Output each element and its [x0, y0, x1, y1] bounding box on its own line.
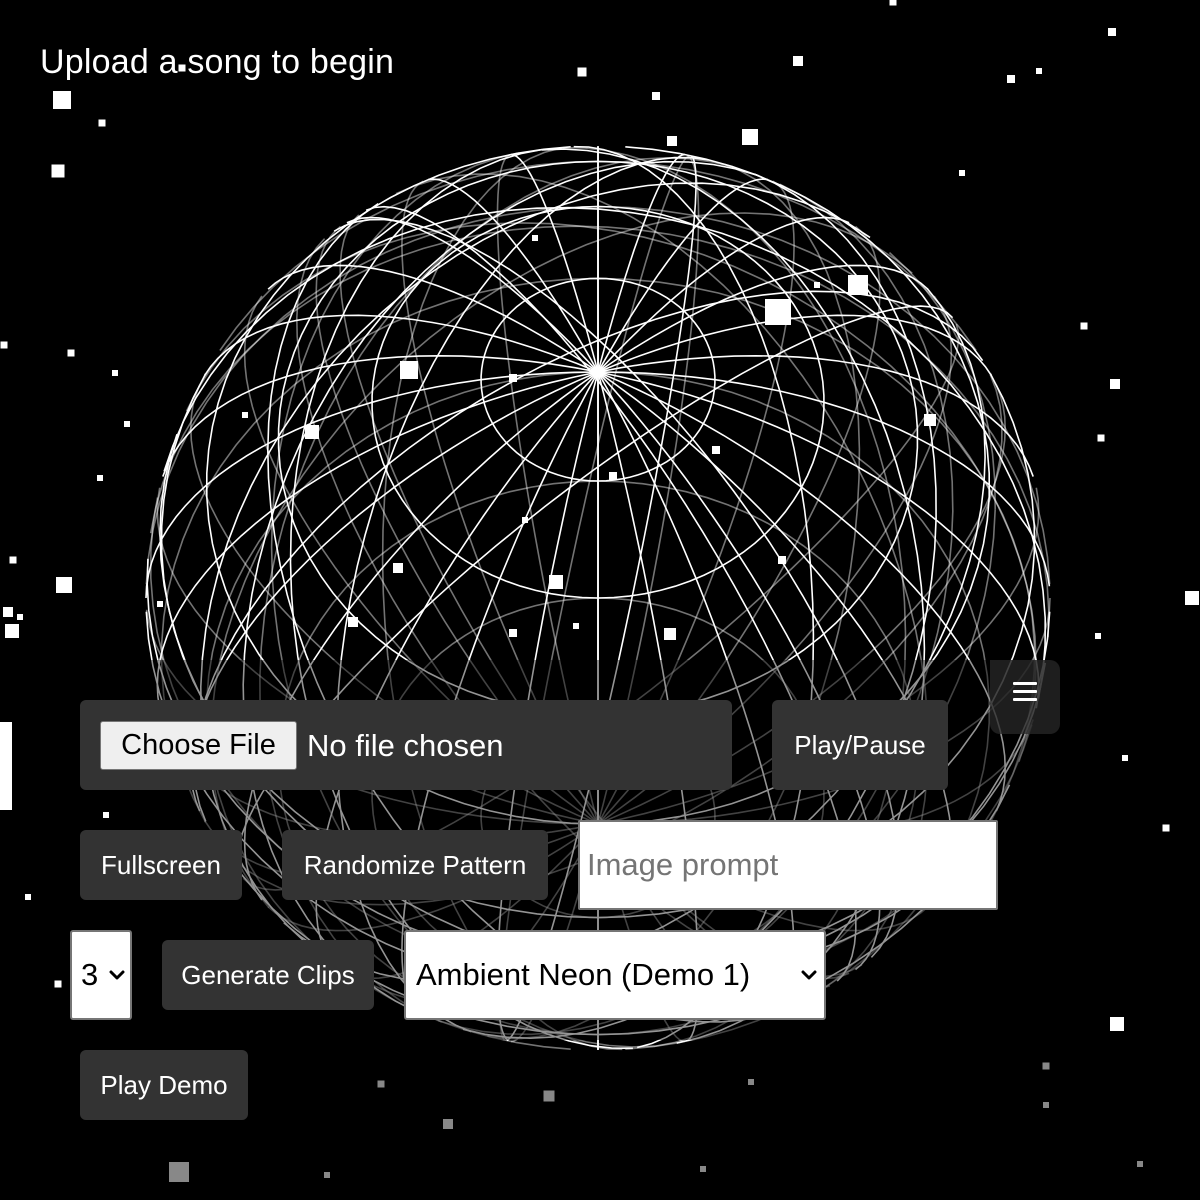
file-status-text: No file chosen: [307, 728, 504, 763]
clip-count-select[interactable]: 3: [70, 930, 132, 1020]
hamburger-menu-icon[interactable]: [1013, 682, 1037, 702]
chevron-down-icon: [801, 970, 817, 980]
demo-select-value: Ambient Neon (Demo 1): [416, 957, 751, 992]
status-text: Upload a song to begin: [40, 43, 395, 81]
play-demo-button[interactable]: Play Demo: [80, 1050, 248, 1120]
play-pause-button[interactable]: Play/Pause: [772, 700, 948, 790]
demo-select[interactable]: Ambient Neon (Demo 1): [404, 930, 826, 1020]
chevron-down-icon: [109, 970, 125, 980]
image-prompt-input[interactable]: [578, 820, 998, 910]
visualizer-stage: Upload a song to begin Choose File No fi…: [0, 0, 1200, 1200]
choose-file-button[interactable]: Choose File: [100, 721, 297, 770]
fullscreen-button[interactable]: Fullscreen: [80, 830, 242, 900]
randomize-pattern-button[interactable]: Randomize Pattern: [282, 830, 548, 900]
clip-count-value: 3: [81, 957, 99, 992]
generate-clips-button[interactable]: Generate Clips: [162, 940, 374, 1010]
